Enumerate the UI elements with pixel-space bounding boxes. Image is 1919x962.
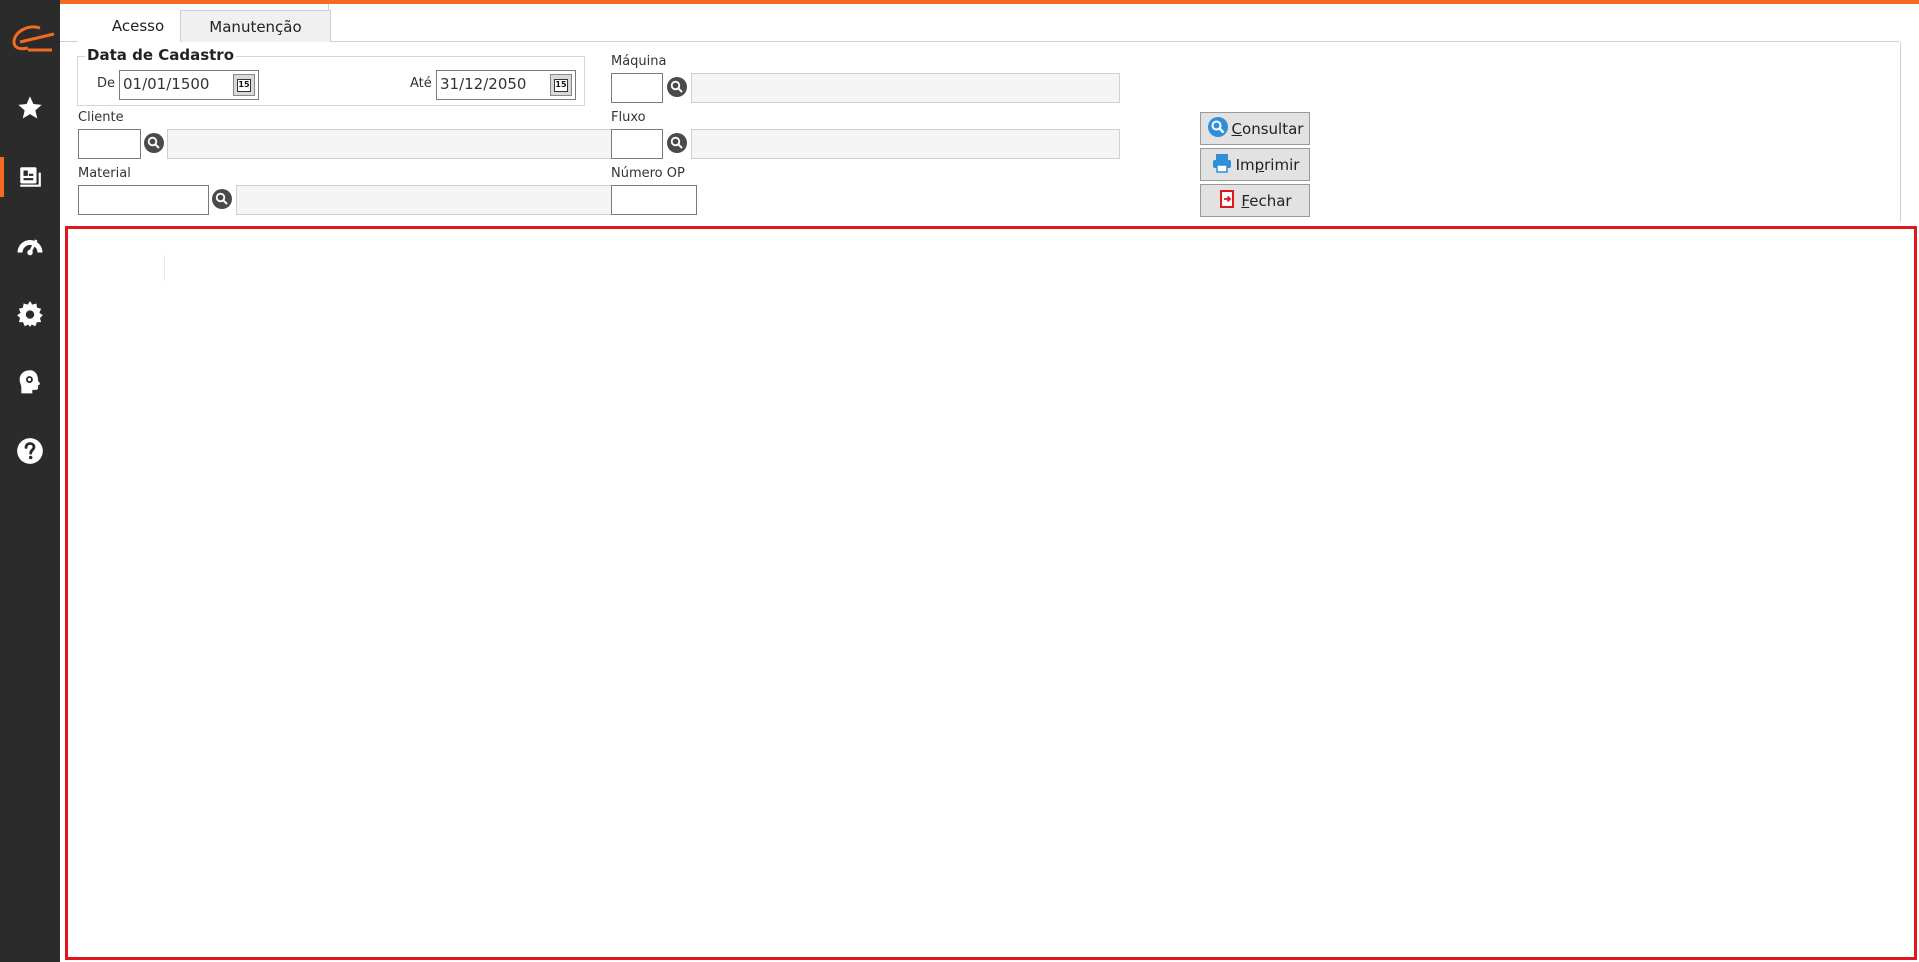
- material-label: Material: [78, 166, 131, 181]
- cliente-description: [167, 129, 644, 159]
- maquina-description: [691, 73, 1120, 103]
- calendar-icon: 15: [237, 78, 251, 92]
- printer-icon: [1211, 152, 1233, 178]
- main-content: Acesso Manutenção Data de Cadastro De 01…: [60, 4, 1919, 962]
- consultar-button[interactable]: Consultar: [1200, 112, 1310, 145]
- material-code-input[interactable]: [78, 185, 209, 215]
- cliente-label: Cliente: [78, 110, 124, 125]
- fechar-button[interactable]: Fechar: [1200, 184, 1310, 217]
- numero-op-input[interactable]: [611, 185, 697, 215]
- material-search-icon[interactable]: [212, 189, 232, 209]
- de-date-field[interactable]: 01/01/1500 15: [119, 70, 259, 100]
- fluxo-description: [691, 129, 1120, 159]
- maquina-code-input[interactable]: [611, 73, 663, 103]
- help-icon[interactable]: [14, 435, 46, 467]
- exit-icon: [1218, 189, 1238, 213]
- fechar-label: Fechar: [1241, 191, 1292, 210]
- star-icon[interactable]: [14, 92, 46, 124]
- fluxo-code-input[interactable]: [611, 129, 663, 159]
- filter-area-right-edge: [1900, 42, 1901, 222]
- maquina-label: Máquina: [611, 54, 667, 69]
- idea-icon[interactable]: [14, 367, 46, 399]
- tab-manutencao[interactable]: Manutenção: [180, 10, 331, 42]
- de-calendar-button[interactable]: 15: [233, 74, 255, 96]
- sidebar-active-indicator: [0, 157, 4, 197]
- tab-manutencao-label: Manutenção: [209, 17, 302, 36]
- ate-date-value: 31/12/2050: [440, 75, 527, 93]
- data-cadastro-title: Data de Cadastro: [85, 46, 237, 64]
- reports-icon[interactable]: [14, 161, 46, 193]
- imprimir-button[interactable]: Imprimir: [1200, 148, 1310, 181]
- de-label: De: [97, 76, 116, 91]
- ate-calendar-button[interactable]: 15: [550, 74, 572, 96]
- fluxo-search-icon[interactable]: [667, 133, 687, 153]
- ate-date-field[interactable]: 31/12/2050 15: [436, 70, 576, 100]
- imprimir-label: Imprimir: [1235, 155, 1300, 174]
- tab-acesso-label: Acesso: [111, 17, 165, 35]
- fluxo-label: Fluxo: [611, 110, 646, 125]
- maquina-search-icon[interactable]: [667, 77, 687, 97]
- cliente-search-icon[interactable]: [144, 133, 164, 153]
- results-grid-panel[interactable]: [65, 226, 1917, 960]
- consultar-search-icon: [1207, 116, 1229, 142]
- ate-label: Até: [410, 76, 432, 91]
- sidebar: [0, 0, 60, 962]
- cliente-code-input[interactable]: [78, 129, 141, 159]
- material-description: [236, 185, 644, 215]
- grid-column-separator: [164, 255, 165, 281]
- calendar-icon: 15: [554, 78, 568, 92]
- numero-op-label: Número OP: [611, 166, 685, 181]
- consultar-label: Consultar: [1231, 119, 1304, 138]
- de-date-value: 01/01/1500: [123, 75, 210, 93]
- tab-strip-border: [60, 41, 1899, 42]
- logo-icon[interactable]: [6, 22, 56, 54]
- gear-icon[interactable]: [14, 298, 46, 330]
- dashboard-icon[interactable]: [14, 229, 46, 261]
